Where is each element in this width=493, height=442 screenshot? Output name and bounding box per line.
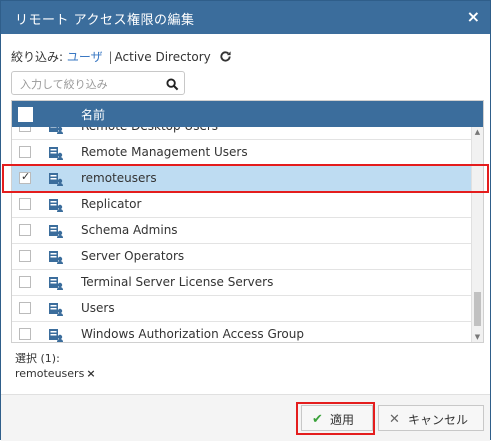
- row-name: Schema Admins: [81, 223, 178, 237]
- search-box: [11, 71, 185, 95]
- filter-separator: |: [108, 50, 113, 64]
- row-checkbox[interactable]: [19, 302, 31, 314]
- grid-header: 名前: [12, 101, 483, 127]
- selection-count-label: 選択 (1):: [15, 352, 60, 365]
- selected-chip: remoteusers ×: [15, 367, 96, 380]
- row-checkbox[interactable]: [19, 198, 31, 210]
- grid-rows-inner: Remote Desktop Users Remote Management Us…: [12, 127, 474, 342]
- apply-button-label: 適用: [330, 413, 355, 427]
- row-checkbox[interactable]: [19, 127, 31, 132]
- selection-area: 選択 (1): remoteusers ×: [11, 345, 484, 393]
- table-row[interactable]: Replicator: [12, 192, 474, 218]
- row-checkbox[interactable]: [19, 276, 31, 288]
- group-icon: [48, 275, 64, 295]
- row-checkbox[interactable]: [19, 250, 31, 262]
- group-icon: [48, 301, 64, 321]
- scroll-down-icon[interactable]: ▼: [472, 332, 483, 342]
- filter-row: 絞り込み: ユーザ | Active Directory: [11, 48, 232, 66]
- close-icon: ✕: [389, 411, 400, 426]
- scroll-up-icon[interactable]: ▲: [472, 127, 483, 137]
- row-name: Remote Management Users: [81, 145, 248, 159]
- dialog-title: リモート アクセス権限の編集: [15, 13, 195, 28]
- row-name: Users: [81, 301, 115, 315]
- table-row[interactable]: Remote Management Users: [12, 140, 474, 166]
- select-all-checkbox[interactable]: [18, 107, 33, 122]
- table-row[interactable]: ✓ remoteusers: [12, 166, 474, 192]
- dialog-footer: ✔ 適用 ✕ キャンセル: [1, 394, 490, 441]
- group-icon: [48, 127, 64, 139]
- table-row[interactable]: Schema Admins: [12, 218, 474, 244]
- table-row[interactable]: Terminal Server License Servers: [12, 270, 474, 296]
- row-name: Server Operators: [81, 249, 185, 263]
- row-name: Remote Desktop Users: [81, 127, 218, 133]
- group-icon: [48, 249, 64, 269]
- cancel-button-label: キャンセル: [408, 413, 469, 427]
- column-header-name[interactable]: 名前: [81, 106, 105, 123]
- table-row[interactable]: Windows Authorization Access Group: [12, 322, 474, 342]
- close-icon[interactable]: ×: [467, 7, 480, 26]
- row-name: Terminal Server License Servers: [81, 275, 274, 289]
- row-checkbox[interactable]: [19, 224, 31, 236]
- search-icon[interactable]: [166, 76, 179, 95]
- filter-active-directory-link[interactable]: Active Directory: [115, 50, 211, 64]
- remove-chip-icon[interactable]: ×: [86, 367, 95, 380]
- filter-users-link[interactable]: ユーザ: [67, 50, 103, 64]
- grid-scrollbar[interactable]: ▲ ▼: [471, 127, 483, 342]
- row-name: Replicator: [81, 197, 142, 211]
- group-icon: [48, 171, 64, 191]
- group-icon: [48, 145, 64, 165]
- cancel-button[interactable]: ✕ キャンセル: [378, 405, 484, 431]
- group-icon: [48, 197, 64, 217]
- row-checkbox[interactable]: [19, 328, 31, 340]
- row-checkbox[interactable]: [19, 146, 31, 158]
- selected-chip-label: remoteusers: [15, 367, 85, 380]
- check-icon: ✔: [312, 411, 323, 426]
- table-row[interactable]: Users: [12, 296, 474, 322]
- edit-remote-access-dialog: リモート アクセス権限の編集 × 絞り込み: ユーザ | Active Direc…: [0, 0, 491, 441]
- scrollbar-thumb[interactable]: [474, 292, 481, 326]
- refresh-icon[interactable]: [219, 50, 232, 66]
- table-row[interactable]: Remote Desktop Users: [12, 127, 474, 140]
- group-icon: [48, 223, 64, 243]
- table-row[interactable]: Server Operators: [12, 244, 474, 270]
- checkmark-icon: ✓: [21, 170, 31, 183]
- row-checkbox[interactable]: ✓: [19, 170, 31, 184]
- filter-label: 絞り込み:: [11, 50, 64, 64]
- row-name: Windows Authorization Access Group: [81, 327, 304, 341]
- row-name: remoteusers: [81, 171, 157, 185]
- dialog-titlebar: リモート アクセス権限の編集 ×: [1, 1, 490, 34]
- group-grid: 名前 Remote Desktop Users Remote Management…: [11, 100, 484, 343]
- search-input[interactable]: [18, 75, 162, 93]
- grid-rows: Remote Desktop Users Remote Management Us…: [12, 127, 474, 342]
- apply-button[interactable]: ✔ 適用: [301, 405, 373, 431]
- group-icon: [48, 327, 64, 342]
